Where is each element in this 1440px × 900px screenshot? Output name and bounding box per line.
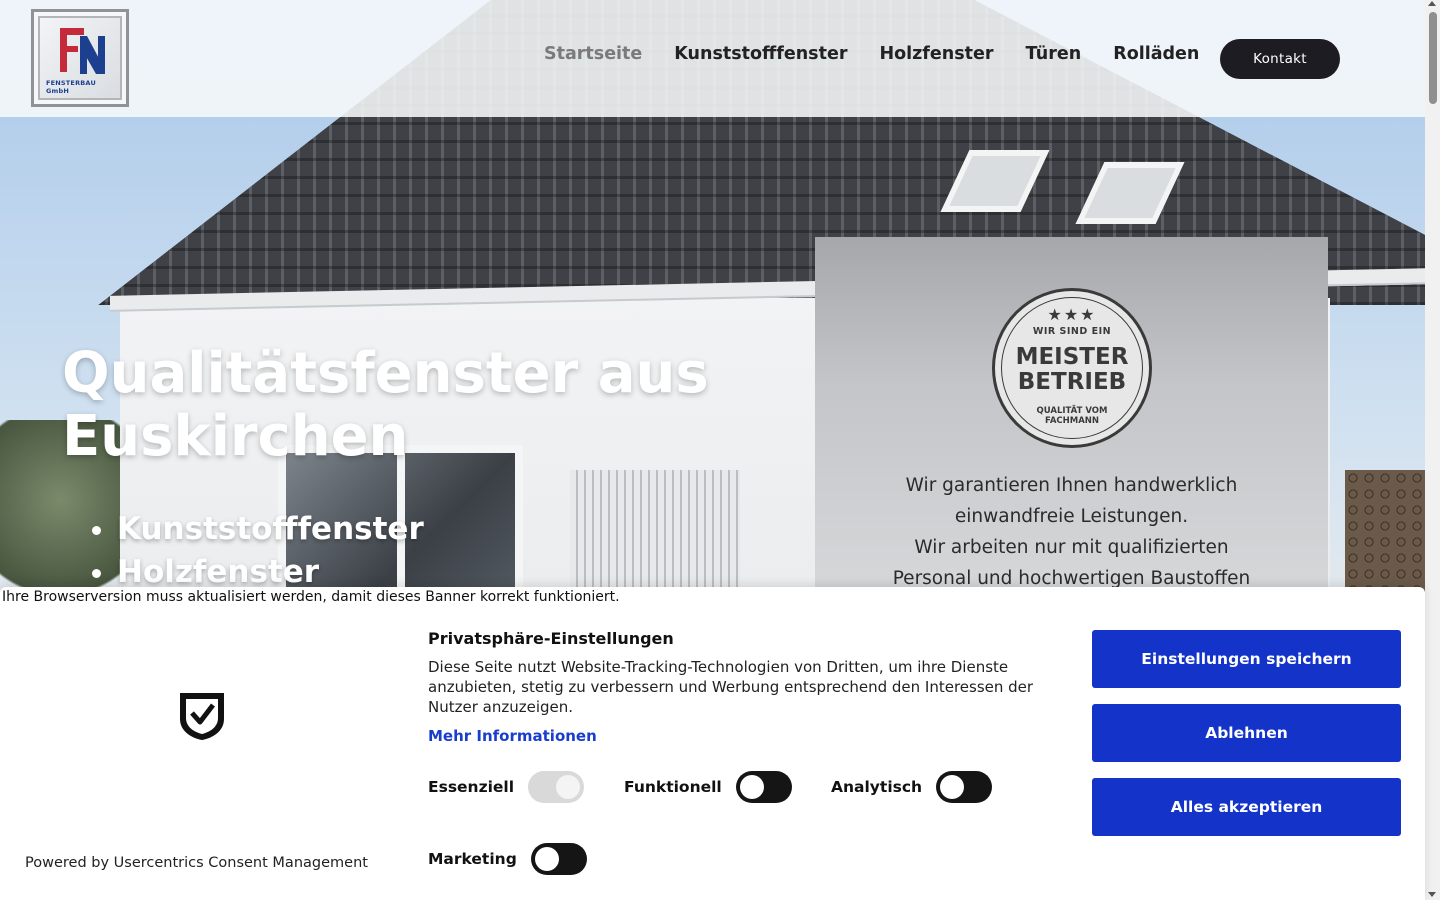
card-text-line: Wir arbeiten nur mit qualifizierten [914,537,1229,558]
funktionell-switch[interactable] [735,771,792,803]
toggle-essenziell: Essenziell [428,771,585,803]
shield-check-icon [180,693,224,740]
seal-main-text: MEISTER BETRIEB [995,345,1149,395]
logo-frame: FENSTERBAU GmbH [38,16,122,100]
browser-warning: Ihre Browserversion muss aktualisiert we… [2,589,620,605]
seal-main-line: MEISTER [1015,344,1129,370]
toggle-label: Funktionell [624,778,722,796]
page-scrollbar[interactable] [1425,0,1440,900]
card-text-line: Wir garantieren Ihnen handwerklich [905,475,1238,496]
toggle-label: Essenziell [428,778,515,796]
main-navigation: Startseite Kunststofffenster Holzfenster… [544,44,1231,64]
contact-button[interactable]: Kontakt [1220,39,1340,79]
toggle-label: Analytisch [831,778,923,796]
logo-text: FENSTERBAU GmbH [46,79,96,95]
nav-startseite[interactable]: Startseite [544,44,642,64]
card-text-line: Personal und hochwertigen Baustoffen [892,568,1251,589]
nav-rollaeden[interactable]: Rolläden [1113,44,1199,64]
seal-stars: ★★★ [1047,305,1097,324]
consent-title: Privatsphäre-Einstellungen [428,629,674,648]
accept-all-button[interactable]: Alles akzeptieren [1092,778,1401,836]
scrollbar-thumb[interactable] [1429,12,1437,104]
nav-holzfenster[interactable]: Holzfenster [879,44,993,64]
more-info-link[interactable]: Mehr Informationen [428,727,597,745]
seal-bottom-text: QUALITÄT VOM FACHMANN [995,406,1149,426]
toggle-label: Marketing [428,850,517,868]
list-item: Kunststofffenster [117,508,424,551]
seal-bottom-line: QUALITÄT VOM [1036,406,1108,416]
switch-knob [739,775,764,799]
consent-banner: Powered by Usercentrics Consent Manageme… [0,587,1425,900]
toggle-analytisch: Analytisch [831,771,993,803]
decline-button[interactable]: Ablehnen [1092,704,1401,762]
analytisch-switch[interactable] [936,771,993,803]
hero-title-line: Euskirchen [62,404,409,469]
toggle-marketing: Marketing [428,843,587,875]
essenziell-switch[interactable] [528,771,585,803]
scroll-up-arrow-icon[interactable] [1428,1,1436,6]
powered-by-text: Powered by Usercentrics Consent Manageme… [25,855,368,871]
switch-knob [556,775,581,799]
nav-tueren[interactable]: Türen [1026,44,1082,64]
site-header: FENSTERBAU GmbH Startseite Kunststofffen… [0,0,1425,117]
meisterbetrieb-seal: ★★★ WIR SIND EIN MEISTER BETRIEB QUALITÄ… [992,288,1152,448]
nav-kunststofffenster[interactable]: Kunststofffenster [674,44,847,64]
switch-knob [940,775,965,799]
hero-product-list: Kunststofffenster Holzfenster [117,508,424,594]
seal-bottom-line: FACHMANN [1044,416,1100,426]
fn-logo-icon [60,28,105,74]
switch-knob [534,847,559,871]
quality-card-text: Wir garantieren Ihnen handwerklich einwa… [845,470,1298,594]
marketing-switch[interactable] [530,843,587,875]
consent-description: Diese Seite nutzt Website-Tracking-Techn… [428,658,1034,716]
quality-card: ★★★ WIR SIND EIN MEISTER BETRIEB QUALITÄ… [815,237,1328,600]
toggle-funktionell: Funktionell [624,771,792,803]
hero-title: Qualitätsfenster aus Euskirchen [62,342,782,468]
seal-top-text: WIR SIND EIN [1032,326,1112,337]
save-settings-button[interactable]: Einstellungen speichern [1092,630,1401,688]
hero-title-line: Qualitätsfenster aus [62,341,709,406]
scroll-down-arrow-icon[interactable] [1428,892,1436,897]
woodpile [1345,470,1425,600]
seal-main-line: BETRIEB [1017,369,1127,395]
card-text-line: einwandfreie Leistungen. [954,506,1189,527]
site-logo[interactable]: FENSTERBAU GmbH [31,9,129,107]
